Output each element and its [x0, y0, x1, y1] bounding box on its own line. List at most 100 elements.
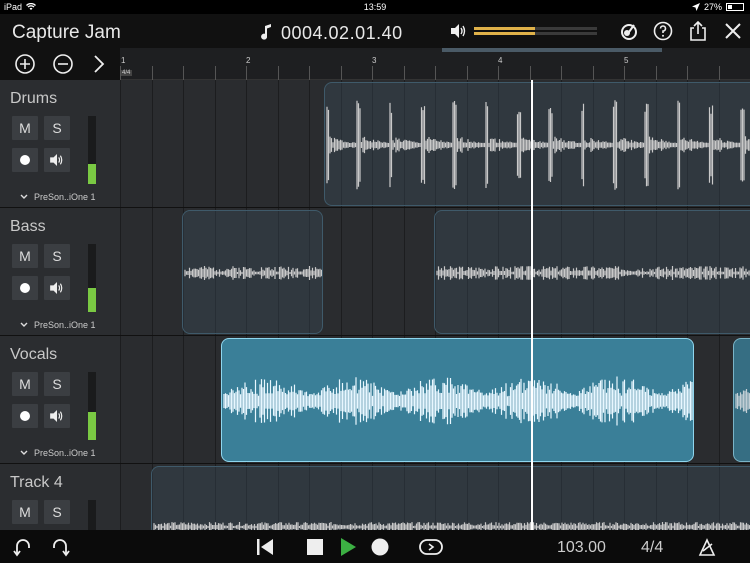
grid-line — [120, 80, 121, 207]
waveform — [436, 266, 750, 280]
audio-clip[interactable] — [324, 82, 750, 206]
loop-icon[interactable] — [418, 536, 444, 558]
ruler-tick — [466, 66, 468, 80]
track-name[interactable]: Bass — [10, 218, 46, 236]
track-header-vocals[interactable]: Vocals M S PreSon..iOne 1 — [0, 336, 120, 464]
grid-line — [718, 336, 720, 463]
record-arm-button[interactable] — [12, 276, 38, 300]
redo-icon[interactable] — [49, 536, 71, 558]
mute-button[interactable]: M — [12, 372, 38, 396]
undo-icon[interactable] — [12, 536, 34, 558]
speaker-icon[interactable] — [451, 24, 467, 38]
waveform — [326, 100, 750, 190]
audio-clip-selected[interactable] — [221, 338, 694, 462]
audio-clip[interactable] — [182, 210, 323, 334]
level-meter — [88, 372, 96, 440]
instrument-selector[interactable]: PreSon..iOne 1 — [20, 448, 96, 458]
ruler-tick — [718, 66, 720, 80]
grid-line — [214, 80, 216, 207]
music-note-icon — [261, 24, 271, 40]
ruler-tick — [403, 66, 405, 80]
playhead[interactable] — [531, 80, 533, 530]
solo-button[interactable]: S — [44, 244, 70, 268]
ruler-tick — [214, 66, 216, 80]
solo-button[interactable]: S — [44, 372, 70, 396]
timeline-ruler[interactable]: 1 2 3 4 5 4/4 — [120, 48, 750, 80]
lane-vocals[interactable] — [120, 336, 750, 464]
grid-line — [151, 336, 153, 463]
grid-line — [183, 80, 184, 207]
instrument-name: PreSon..iOne 1 — [34, 192, 96, 202]
track-header-track4[interactable]: Track 4 M S — [0, 464, 120, 530]
ruler-tick — [624, 66, 625, 80]
expand-icon[interactable] — [88, 53, 110, 75]
monitor-button[interactable] — [44, 276, 70, 300]
location-icon — [691, 3, 700, 11]
play-icon[interactable] — [337, 536, 359, 558]
time-signature-display[interactable]: 4/4 — [641, 539, 663, 557]
track-name[interactable]: Track 4 — [10, 474, 63, 492]
loop-range[interactable] — [442, 48, 662, 52]
rewind-icon[interactable] — [254, 536, 276, 558]
grid-line — [246, 80, 247, 207]
grid-line — [214, 336, 216, 463]
track-header-drums[interactable]: Drums M S PreSon..iOne 1 — [0, 80, 120, 208]
record-arm-button[interactable] — [12, 148, 38, 172]
record-arm-button[interactable] — [12, 404, 38, 428]
bar-label: 4 — [498, 56, 503, 65]
status-bar: iPad 13:59 27% — [0, 0, 750, 14]
mute-button[interactable]: M — [12, 244, 38, 268]
instrument-name: PreSon..iOne 1 — [34, 320, 96, 330]
ruler-tick — [246, 66, 247, 80]
battery-percent: 27% — [703, 2, 722, 12]
grid-line — [372, 208, 373, 335]
battery-icon — [726, 3, 744, 11]
bar-label: 2 — [246, 56, 251, 65]
audio-clip[interactable] — [434, 210, 750, 334]
grid-line — [120, 208, 121, 335]
position-readout[interactable]: 0004.02.01.40 — [281, 23, 403, 44]
song-title[interactable]: Capture Jam — [12, 22, 121, 44]
lane-drums[interactable] — [120, 80, 750, 208]
help-icon[interactable] — [653, 21, 673, 41]
add-track-icon[interactable] — [14, 53, 36, 75]
grid-line — [309, 80, 310, 207]
grid-line — [151, 80, 153, 207]
grid-line — [120, 464, 121, 530]
ruler-tick — [151, 66, 153, 80]
solo-button[interactable]: S — [44, 116, 70, 140]
monitor-button[interactable] — [44, 404, 70, 428]
track-name[interactable]: Drums — [10, 90, 57, 108]
record-icon[interactable] — [369, 536, 391, 558]
mute-button[interactable]: M — [12, 500, 38, 524]
audio-clip[interactable] — [733, 338, 750, 462]
metronome-settings-icon[interactable] — [696, 536, 718, 558]
ruler-tick — [529, 66, 531, 80]
metronome-icon[interactable] — [619, 21, 639, 41]
speaker-icon — [50, 282, 63, 294]
track-header-bass[interactable]: Bass M S PreSon..iOne 1 — [0, 208, 120, 336]
stop-icon[interactable] — [304, 536, 326, 558]
ruler-tick — [592, 66, 594, 80]
instrument-selector[interactable]: PreSon..iOne 1 — [20, 192, 96, 202]
chevron-down-icon — [20, 322, 28, 327]
instrument-selector[interactable]: PreSon..iOne 1 — [20, 320, 96, 330]
close-icon[interactable] — [723, 21, 743, 41]
top-bar: Capture Jam 0004.02.01.40 — [0, 14, 750, 48]
ruler-tick — [435, 66, 436, 80]
ruler-tick — [120, 66, 121, 80]
volume-meter[interactable] — [474, 27, 597, 35]
lane-bass[interactable] — [120, 208, 750, 336]
track-toolbar — [0, 48, 120, 80]
mute-button[interactable]: M — [12, 116, 38, 140]
audio-clip[interactable] — [151, 466, 750, 530]
lane-track4[interactable] — [120, 464, 750, 530]
remove-track-icon[interactable] — [52, 53, 74, 75]
share-icon[interactable] — [688, 21, 708, 41]
track-name[interactable]: Vocals — [10, 346, 57, 364]
ruler-tick — [687, 66, 688, 80]
monitor-button[interactable] — [44, 148, 70, 172]
solo-button[interactable]: S — [44, 500, 70, 524]
grid-line — [277, 80, 279, 207]
tempo-display[interactable]: 103.00 — [557, 539, 606, 557]
